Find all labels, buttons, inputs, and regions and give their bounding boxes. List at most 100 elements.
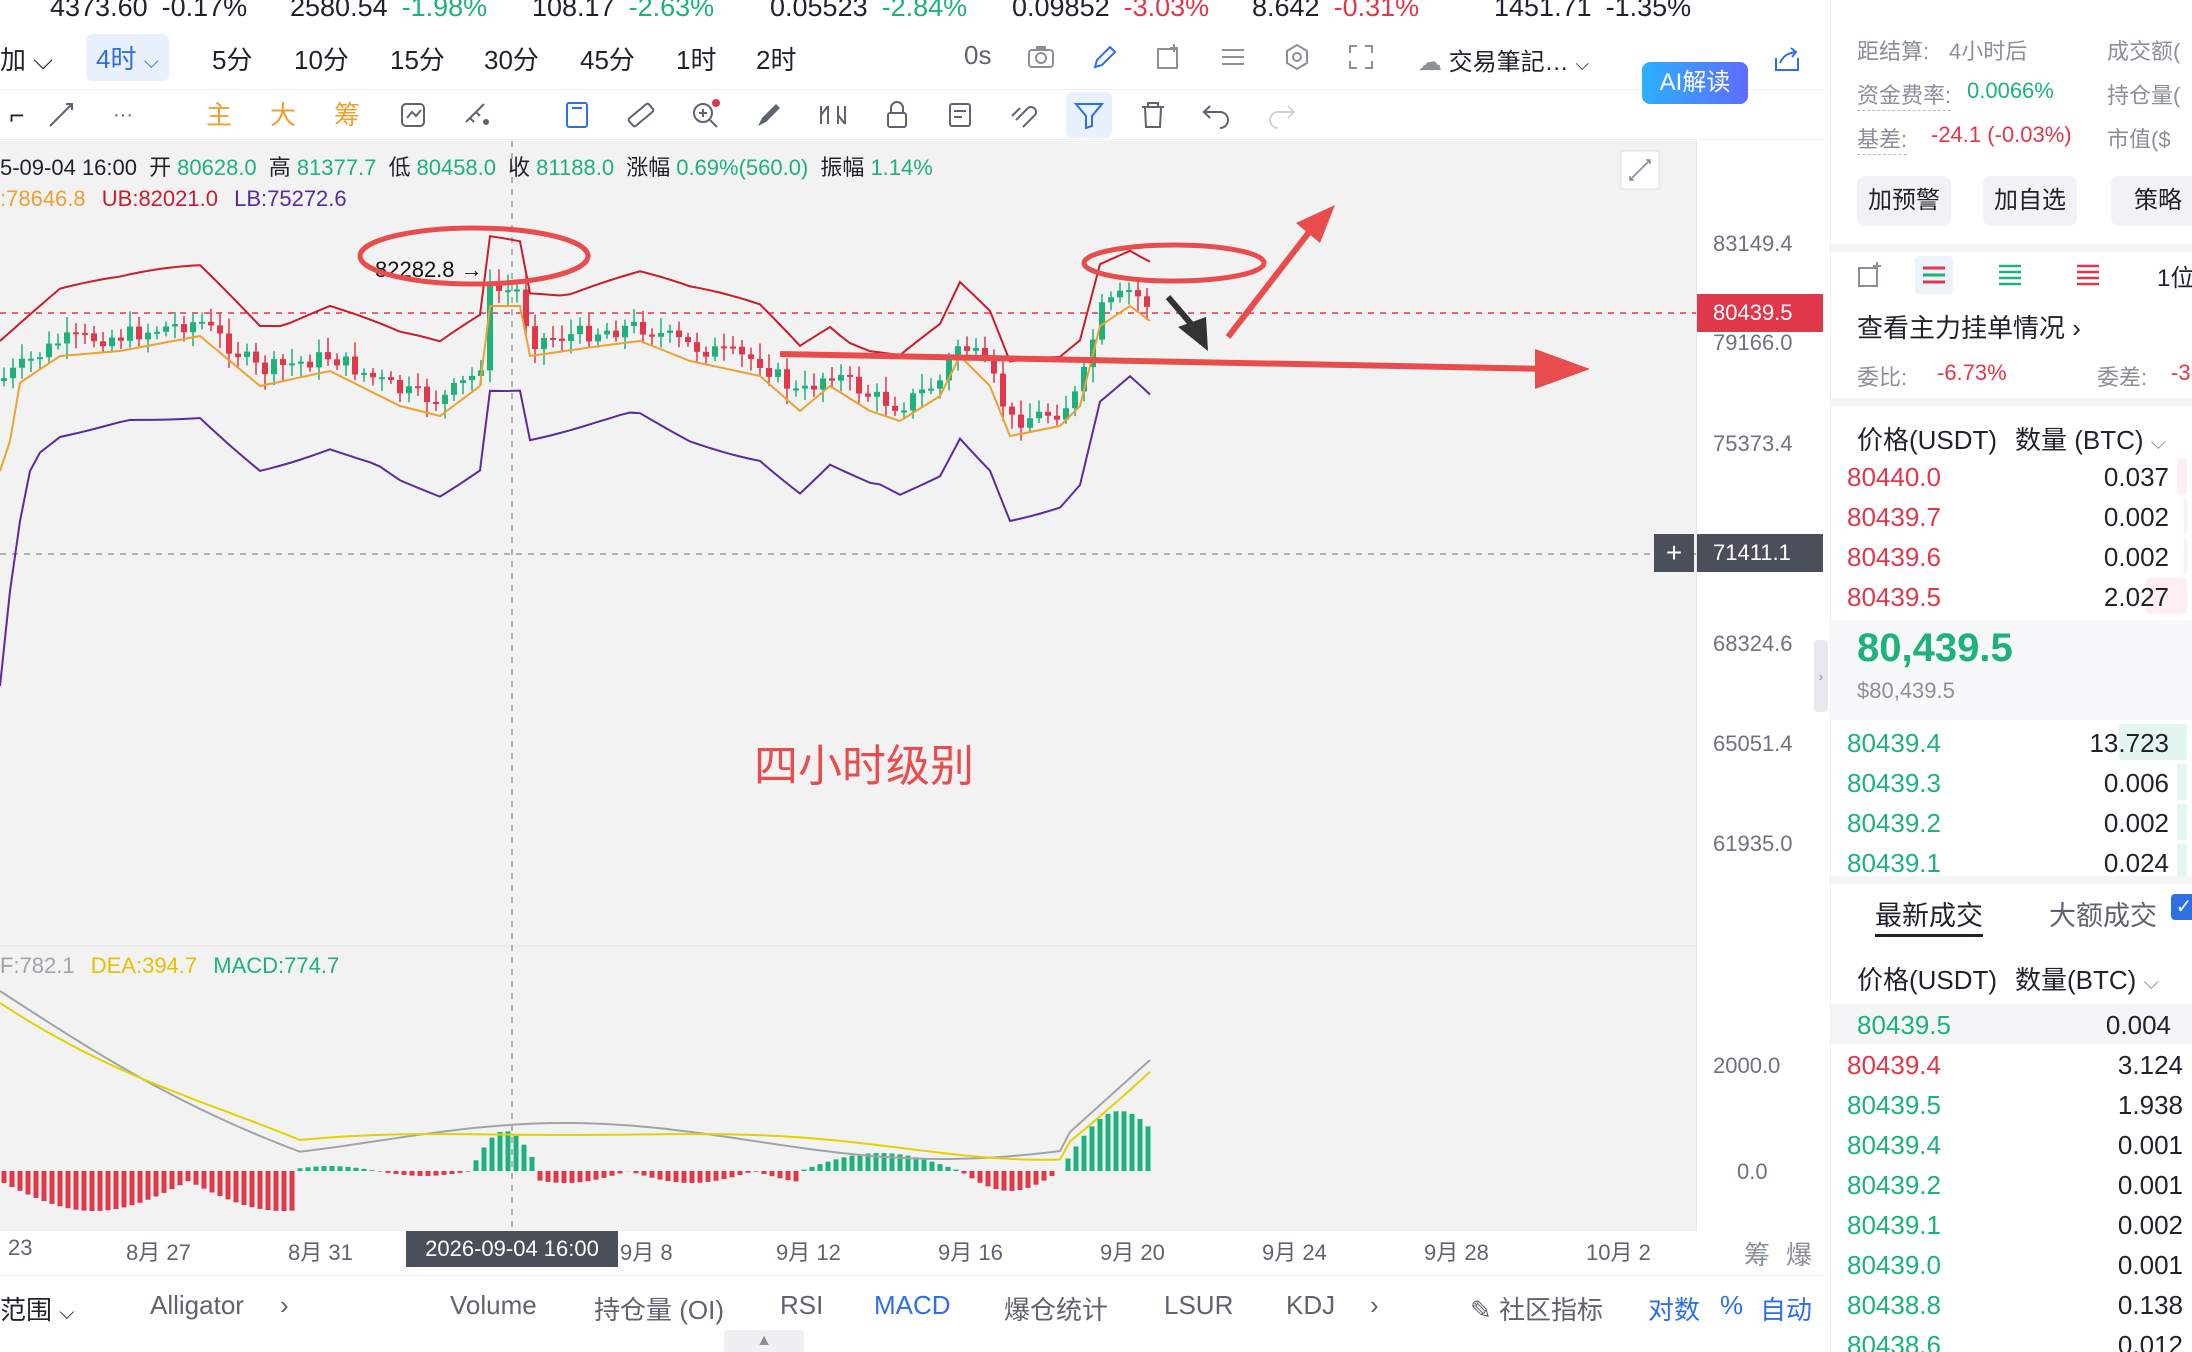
- interval-45m[interactable]: 45分: [580, 40, 635, 77]
- ticker-item[interactable]: 0.05523 -2.84%: [770, 0, 967, 23]
- interval-15m[interactable]: 15分: [390, 40, 445, 77]
- ticker-item[interactable]: 8.642 -0.31%: [1252, 0, 1419, 23]
- chevron-right-icon[interactable]: ›: [1370, 1290, 1379, 1321]
- big-order-tool[interactable]: 大: [266, 98, 300, 132]
- ask-row[interactable]: 80439.5 2.027: [1847, 576, 2187, 616]
- trash-icon[interactable]: [1136, 98, 1170, 132]
- book-header-qty[interactable]: 数量 (BTC) ⌵: [2015, 420, 2166, 457]
- ask-row[interactable]: 80440.0 0.037: [1847, 456, 2187, 496]
- depth-precision-select[interactable]: 1位: [2157, 258, 2192, 293]
- interval-2h[interactable]: 2时: [756, 40, 796, 77]
- interval-10m[interactable]: 10分: [294, 40, 349, 77]
- log-scale-toggle[interactable]: 对数: [1648, 1290, 1700, 1327]
- filter-icon[interactable]: [1066, 92, 1112, 138]
- add-alert-crosshair-button[interactable]: +: [1654, 534, 1694, 572]
- trade-row[interactable]: 80439.2 0.001: [1847, 1164, 2187, 1204]
- trade-row[interactable]: 80439.1 0.002: [1847, 1204, 2187, 1244]
- indicator-rsi[interactable]: RSI: [780, 1290, 823, 1321]
- side-panel-toggle[interactable]: ›: [1814, 640, 1828, 712]
- bid-row[interactable]: 80439.4 13.723: [1847, 722, 2187, 762]
- bid-row[interactable]: 80439.3 0.006: [1847, 762, 2187, 802]
- redo-icon[interactable]: [1264, 98, 1298, 132]
- indicator-macd[interactable]: MACD: [874, 1290, 951, 1321]
- ask-row[interactable]: 80439.7 0.002: [1847, 496, 2187, 536]
- lock-icon[interactable]: [880, 98, 914, 132]
- interval-active[interactable]: 4时 ⌵: [86, 34, 169, 81]
- trade-row[interactable]: 80438.8 0.138: [1847, 1284, 2187, 1324]
- indicator-lsur[interactable]: LSUR: [1164, 1290, 1233, 1321]
- tab-latest-trades[interactable]: 最新成交: [1875, 894, 1983, 933]
- ruler-icon[interactable]: [624, 98, 658, 132]
- more-tools-icon[interactable]: ···: [106, 98, 140, 132]
- strategy-button[interactable]: 策略: [2111, 176, 2192, 226]
- trade-row[interactable]: 80439.4 0.001: [1847, 1124, 2187, 1164]
- ticker-item[interactable]: 108.17 -2.63%: [532, 0, 714, 23]
- chart-canvas[interactable]: 82282.8 → 四小时级别: [0, 141, 1696, 1231]
- fullscreen-icon[interactable]: [1346, 42, 1376, 72]
- ticker-item[interactable]: 2580.54 -1.98%: [290, 0, 487, 23]
- brush-icon[interactable]: [752, 98, 786, 132]
- interval-30m[interactable]: 30分: [484, 40, 539, 77]
- book-bids-icon[interactable]: [1995, 260, 2025, 290]
- community-indicator-button[interactable]: ✎ 社区指标: [1470, 1290, 1603, 1327]
- list-settings-icon[interactable]: [1218, 42, 1248, 72]
- bid-row[interactable]: 80439.2 0.002: [1847, 802, 2187, 842]
- trade-row[interactable]: 80439.5 0.004: [1831, 1004, 2192, 1044]
- expand-icon[interactable]: [1620, 150, 1660, 190]
- magnet-icon[interactable]: [1008, 98, 1042, 132]
- tab-large-trades[interactable]: 大额成交: [2049, 894, 2157, 933]
- trade-row[interactable]: 80439.0 0.001: [1847, 1244, 2187, 1284]
- trade-row[interactable]: 80438.6 0.012: [1847, 1324, 2187, 1352]
- liquidation-toggle-icon[interactable]: 爆: [1786, 1235, 1812, 1272]
- crosshair-tool-icon[interactable]: ⌐: [0, 98, 34, 132]
- percent-scale-toggle[interactable]: %: [1720, 1290, 1743, 1321]
- ticker-item[interactable]: 0.09852 -3.03%: [1012, 0, 1209, 23]
- chip-toggle-icon[interactable]: 筹: [1744, 1235, 1770, 1272]
- main-chart-tool[interactable]: 主: [202, 98, 236, 132]
- new-window-icon[interactable]: [1154, 42, 1184, 72]
- chart-plot[interactable]: 82282.8 → 四小时级别: [0, 141, 1696, 1231]
- ask-row[interactable]: 80439.6 0.002: [1847, 536, 2187, 576]
- bookmark-icon[interactable]: [560, 98, 594, 132]
- edit-box-icon[interactable]: [944, 98, 978, 132]
- zoom-in-icon[interactable]: [688, 98, 722, 132]
- undo-icon[interactable]: [1200, 98, 1234, 132]
- pattern-tool-icon[interactable]: [816, 98, 850, 132]
- add-watchlist-button[interactable]: 加自选: [1983, 176, 2077, 226]
- trade-notes-menu[interactable]: ☁ 交易筆記… ⌵: [1418, 42, 1589, 77]
- measure-tool-icon[interactable]: [460, 98, 494, 132]
- refresh-indicator-icon[interactable]: [396, 98, 430, 132]
- main-orders-link[interactable]: 查看主力挂单情况 ›: [1857, 308, 2081, 345]
- symbol-menu[interactable]: 加 ⌵: [0, 40, 53, 77]
- basis-label[interactable]: 基差:: [1857, 122, 1908, 155]
- alligator-indicator[interactable]: Alligator ›: [150, 1290, 289, 1321]
- chip-distribution-tool[interactable]: 筹: [330, 98, 364, 132]
- panel-collapse-handle[interactable]: ▲: [724, 1330, 804, 1352]
- funding-rate-label[interactable]: 资金费率:: [1857, 78, 1952, 111]
- book-asks-icon[interactable]: [2073, 260, 2103, 290]
- interval-5m[interactable]: 5分: [212, 40, 252, 77]
- trade-row[interactable]: 80439.5 1.938: [1847, 1084, 2187, 1124]
- indicator-volume[interactable]: Volume: [450, 1290, 537, 1321]
- book-split-icon[interactable]: [1915, 256, 1953, 294]
- price-axis[interactable]: 83149.4 79166.0 75373.4 68324.6 65051.4 …: [1696, 141, 1826, 1231]
- ticker-item[interactable]: 4373.60 -0.17%: [50, 0, 247, 23]
- indicator-oi[interactable]: 持仓量 (OI): [594, 1290, 724, 1327]
- camera-icon[interactable]: [1026, 42, 1056, 72]
- pencil-icon[interactable]: [1090, 42, 1120, 72]
- trade-row[interactable]: 80439.4 3.124: [1847, 1044, 2187, 1084]
- add-alert-button[interactable]: 加预警: [1857, 176, 1951, 226]
- indicator-kdj[interactable]: KDJ: [1286, 1290, 1335, 1321]
- book-both-icon[interactable]: [1855, 260, 1885, 290]
- auto-scale-toggle[interactable]: 自动: [1760, 1290, 1812, 1327]
- ticker-item[interactable]: 1451.71 -1.35%: [1494, 0, 1691, 23]
- trades-header-qty[interactable]: 数量(BTC) ⌵: [2015, 960, 2159, 997]
- time-axis[interactable]: 23 8月 27 8月 31 9月 8 9月 12 9月 16 9月 20 9月…: [0, 1231, 1826, 1271]
- trendline-tool-icon[interactable]: [44, 98, 78, 132]
- range-menu[interactable]: 范围 ⌵: [0, 1290, 74, 1327]
- large-trades-checkbox[interactable]: ✓: [2171, 894, 2192, 920]
- share-icon[interactable]: [1772, 44, 1802, 74]
- indicator-liquidation[interactable]: 爆仓统计: [1004, 1290, 1108, 1327]
- interval-1h[interactable]: 1时: [676, 40, 716, 77]
- settings-icon[interactable]: [1282, 42, 1312, 72]
